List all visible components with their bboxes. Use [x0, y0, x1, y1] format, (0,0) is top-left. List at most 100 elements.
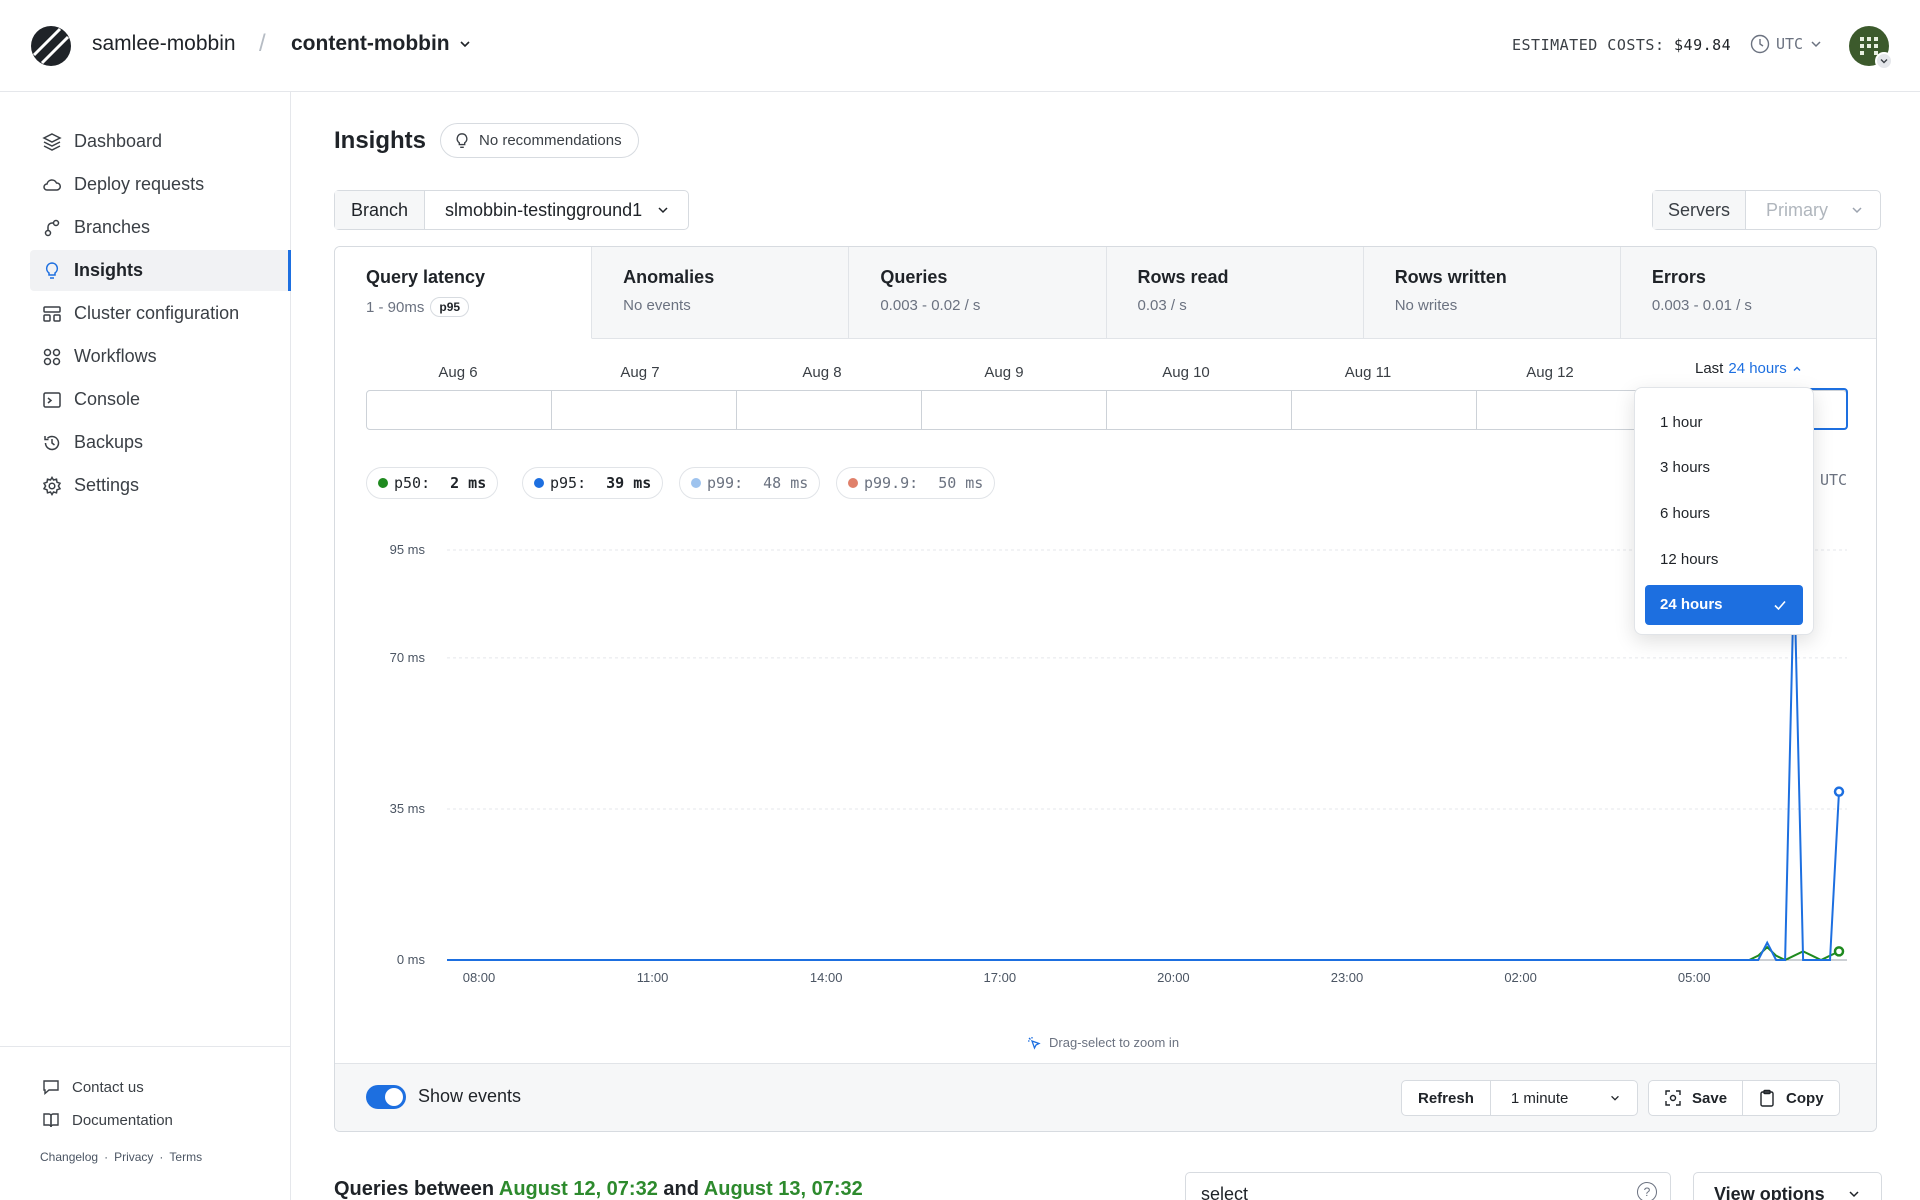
sidebar-item-console[interactable]: Console: [30, 379, 291, 420]
legend-name: p95:: [550, 474, 587, 492]
sidebar-item-branches[interactable]: Branches: [30, 207, 291, 248]
sidebar-item-workflows[interactable]: Workflows: [30, 336, 291, 377]
cloud-icon: [43, 178, 61, 191]
sidebar-item-label: Insights: [74, 260, 144, 280]
legend-item-p95[interactable]: p95: 39 ms: [522, 467, 664, 499]
sidebar-item-insights[interactable]: Insights: [30, 250, 291, 291]
planetscale-logo-icon[interactable]: [30, 25, 72, 67]
tab-query-latency[interactable]: Query latency 1 - 90ms p95: [335, 247, 593, 339]
cursor-click-icon: [1028, 1036, 1041, 1050]
timezone-selector[interactable]: UTC: [1750, 34, 1823, 54]
breadcrumb-separator: /: [259, 30, 266, 57]
timeline-day-cell[interactable]: [1292, 391, 1477, 429]
timeline-brush[interactable]: [366, 390, 1847, 430]
timeline-day-cell[interactable]: [367, 391, 552, 429]
tab-rows-written[interactable]: Rows written No writes: [1363, 247, 1621, 339]
contact-us-label: Contact us: [72, 1078, 144, 1096]
queries-heading-and: and: [663, 1178, 699, 1200]
cluster-icon: [43, 305, 61, 322]
chart-timezone-label: UTC: [1820, 471, 1848, 489]
x-tick-label: 20:00: [1157, 970, 1190, 985]
estimated-costs-value: $49.84: [1674, 36, 1732, 54]
recommendations-pill[interactable]: No recommendations: [440, 123, 639, 158]
time-range-option-label: 3 hours: [1660, 459, 1711, 477]
sidebar-item-backups[interactable]: Backups: [30, 422, 291, 463]
query-search-input[interactable]: [1185, 1172, 1671, 1200]
x-tick-label: 23:00: [1331, 970, 1364, 985]
tab-title: Errors: [1651, 267, 1706, 287]
sidebar-item-dashboard[interactable]: Dashboard: [30, 121, 291, 162]
top-bar: samlee-mobbin / content-mobbin ESTIMATED…: [0, 0, 1920, 92]
tab-errors[interactable]: Errors 0.003 - 0.01 / s: [1620, 247, 1876, 339]
book-icon: [43, 1113, 59, 1128]
terms-link[interactable]: Terms: [169, 1150, 202, 1164]
sidebar-item-cluster-configuration[interactable]: Cluster configuration: [30, 293, 291, 334]
timeline-day-cell[interactable]: [737, 391, 922, 429]
time-range-option-label: 12 hours: [1660, 550, 1719, 568]
time-range-option-label: 6 hours: [1660, 504, 1711, 522]
time-range-option-selected[interactable]: 24 hours: [1645, 584, 1803, 625]
series-line-p95: [447, 571, 1840, 961]
legend-item-p99[interactable]: p99: 48 ms: [679, 467, 821, 499]
chevron-down-icon: [1880, 59, 1888, 64]
timeline-day-cell[interactable]: [552, 391, 737, 429]
branch-label: Branch: [335, 191, 426, 229]
servers-selector: Servers Primary: [1652, 190, 1882, 230]
save-button[interactable]: Save: [1649, 1081, 1742, 1115]
branch-value: slmobbin-testingground1: [445, 199, 643, 220]
timeline-day-cell[interactable]: [1107, 391, 1292, 429]
show-events-toggle[interactable]: [366, 1085, 406, 1109]
legend-item-p50[interactable]: p50: 2 ms: [366, 467, 499, 499]
privacy-link[interactable]: Privacy: [114, 1150, 153, 1164]
sidebar-item-label: Workflows: [74, 346, 157, 366]
toggle-knob: [385, 1088, 403, 1106]
chevron-down-icon: [1811, 41, 1821, 48]
tab-subtitle: 0.03 / s: [1137, 297, 1187, 314]
servers-dropdown[interactable]: Primary: [1746, 191, 1880, 229]
timeline-day-cell[interactable]: [922, 391, 1107, 429]
org-name[interactable]: samlee-mobbin: [92, 32, 236, 56]
tab-anomalies[interactable]: Anomalies No events: [592, 247, 850, 339]
percentile-badge: p95: [430, 297, 470, 317]
sidebar-footer-divider: [0, 1046, 291, 1047]
sidebar-item-deploy-requests[interactable]: Deploy requests: [30, 164, 291, 205]
copy-button[interactable]: Copy: [1742, 1081, 1839, 1115]
sidebar-item-label: Backups: [74, 432, 144, 452]
sidebar: Dashboard Deploy requests Branches Insig…: [0, 92, 291, 1200]
tab-subtitle: 1 - 90ms p95: [366, 297, 591, 317]
servers-value: Primary: [1766, 199, 1829, 220]
time-range-option[interactable]: 3 hours: [1645, 448, 1803, 488]
legend-name: p99.9:: [864, 474, 919, 492]
time-range-option[interactable]: 12 hours: [1645, 539, 1803, 579]
changelog-link[interactable]: Changelog: [40, 1150, 98, 1164]
refresh-button[interactable]: Refresh: [1402, 1081, 1491, 1115]
search-help-icon[interactable]: ?: [1637, 1182, 1657, 1200]
tab-subtitle: 0.003 - 0.02 / s: [880, 297, 981, 314]
chevron-down-icon: [1610, 1095, 1619, 1101]
recommendations-label: No recommendations: [479, 132, 622, 149]
timeline-day-label: Aug 8: [802, 364, 842, 381]
tab-subtitle: 0.003 - 0.01 / s: [1651, 297, 1752, 314]
branch-dropdown[interactable]: slmobbin-testingground1: [425, 191, 688, 229]
tab-queries[interactable]: Queries 0.003 - 0.02 / s: [849, 247, 1107, 339]
tab-title: Rows read: [1137, 267, 1229, 287]
workflows-icon: [43, 348, 61, 365]
time-range-option[interactable]: 1 hour: [1645, 402, 1803, 442]
view-options-button[interactable]: View options: [1693, 1172, 1882, 1200]
refresh-interval-select[interactable]: 1 minute: [1491, 1081, 1637, 1115]
account-menu-chevron[interactable]: [1875, 52, 1893, 70]
contact-us-link[interactable]: Contact us: [42, 1078, 144, 1096]
time-range-trigger[interactable]: Last 24 hours: [1695, 360, 1802, 377]
sidebar-item-settings[interactable]: Settings: [30, 465, 291, 506]
chevron-down-icon: [1852, 207, 1862, 214]
tab-title: Rows written: [1394, 267, 1507, 287]
time-range-option[interactable]: 6 hours: [1645, 493, 1803, 533]
queries-start-time[interactable]: August 12, 07:32: [499, 1178, 658, 1200]
queries-end-time[interactable]: August 13, 07:32: [704, 1178, 863, 1200]
tab-rows-read[interactable]: Rows read 0.03 / s: [1106, 247, 1364, 339]
documentation-link[interactable]: Documentation: [42, 1111, 173, 1129]
legend-item-p99-9[interactable]: p99.9: 50 ms: [836, 467, 996, 499]
estimated-costs: ESTIMATED COSTS: $49.84: [1512, 36, 1731, 54]
series-line-p50: [447, 945, 1840, 962]
database-selector[interactable]: content-mobbin: [291, 32, 472, 56]
